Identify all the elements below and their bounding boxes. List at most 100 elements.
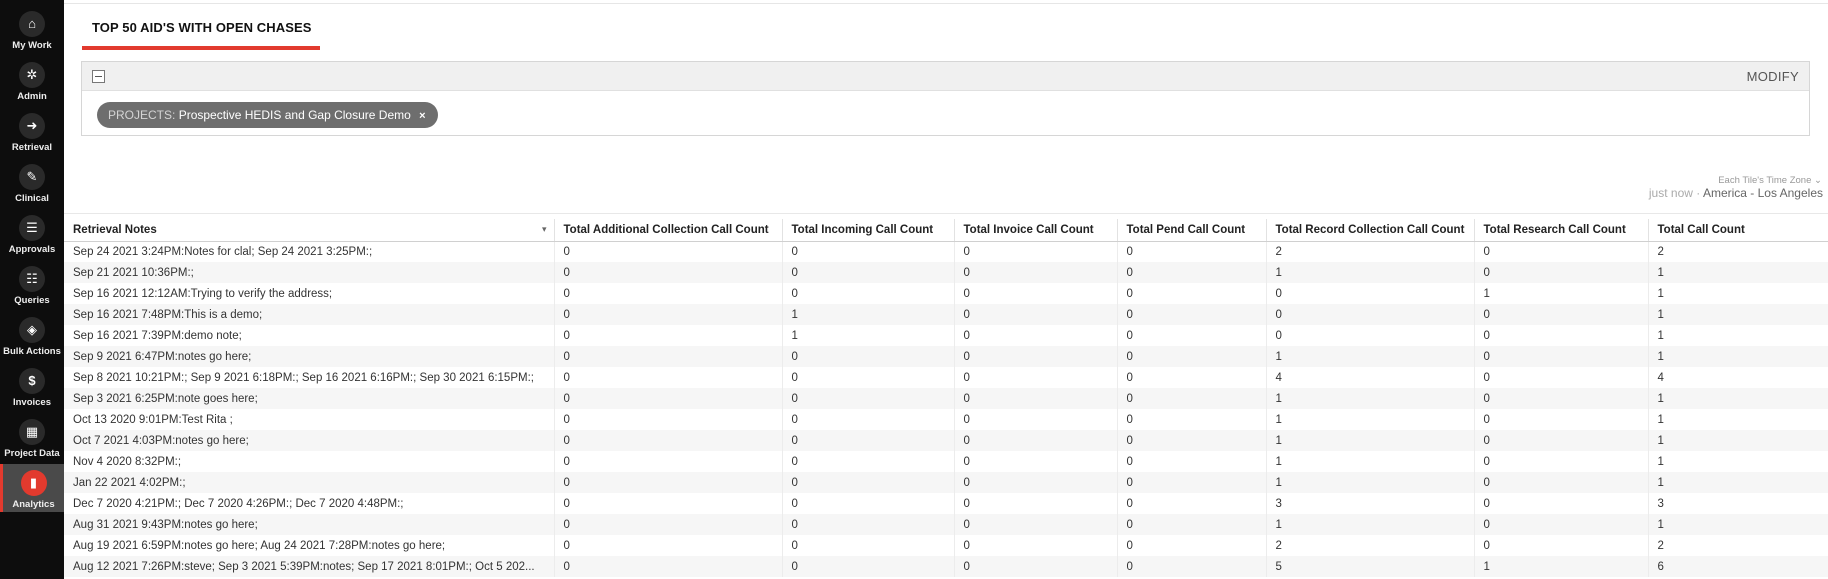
count-cell: 0 [954,556,1118,577]
column-header[interactable]: Retrieval Notes ▾ [64,219,555,242]
count-cell: 0 [554,556,783,577]
table-row[interactable]: Sep 24 2021 3:24PM:Notes for clal; Sep 2… [64,241,1828,262]
nav-admin[interactable]: ✲ Admin [0,56,64,107]
filter-chip-projects[interactable]: PROJECTS: Prospective HEDIS and Gap Clos… [97,102,438,128]
collapse-icon[interactable] [92,70,105,83]
table-row[interactable]: Aug 31 2021 9:43PM:notes go here; 0 0 0 0 1 0 1 [64,514,1828,535]
count-cell: 3 [1266,493,1475,514]
nav-project-data[interactable]: ▦ Project Data [0,413,64,464]
count-cell: 0 [954,262,1118,283]
nav-label: Clinical [15,193,49,204]
nav-label: Retrieval [11,142,53,153]
nav-invoices[interactable]: $ Invoices [0,362,64,413]
count-cell: 1 [1648,325,1828,346]
count-cell: 1 [782,325,955,346]
clipboard-icon: ✎ [19,164,45,190]
count-cell: 0 [1474,514,1649,535]
column-header-label: Total Call Count [1657,223,1745,236]
table-row[interactable]: Oct 7 2021 4:03PM:notes go here; 0 0 0 0 1 0 1 [64,430,1828,451]
count-cell: 0 [1474,325,1649,346]
retrieval-notes-cell: Oct 13 2020 9:01PM:Test Rita ; [64,409,555,430]
nav-queries[interactable]: ☷ Queries [0,260,64,311]
nav-retrieval[interactable]: ➜ Retrieval [0,107,64,158]
count-cell: 0 [554,472,783,493]
nav-label: Bulk Actions [3,346,61,357]
count-cell: 0 [554,451,783,472]
table-row[interactable]: Sep 9 2021 6:47PM:notes go here; 0 0 0 0 1 0 1 [64,346,1828,367]
table-row[interactable]: Aug 12 2021 7:26PM:steve; Sep 3 2021 5:3… [64,556,1828,577]
count-cell: 1 [1266,388,1475,409]
retrieval-notes-cell: Sep 9 2021 6:47PM:notes go here; [64,346,555,367]
count-cell: 0 [1117,346,1267,367]
table-row[interactable]: Sep 21 2021 10:36PM:; 0 0 0 0 1 0 1 [64,262,1828,283]
count-cell: 0 [782,367,955,388]
count-cell: 0 [954,346,1118,367]
nav-analytics[interactable]: ▮ Analytics [0,464,64,512]
timezone-value: America - Los Angeles [1702,186,1823,200]
table-row[interactable]: Oct 13 2020 9:01PM:Test Rita ; 0 0 0 0 1 0 1 [64,409,1828,430]
table-row[interactable]: Sep 16 2021 7:48PM:This is a demo; 0 1 0 0 0 0… [64,304,1828,325]
table-row[interactable]: Dec 7 2020 4:21PM:; Dec 7 2020 4:26PM:; … [64,493,1828,514]
count-cell: 2 [1648,535,1828,556]
nav-label: Analytics [12,499,55,510]
count-cell: 0 [1117,241,1267,262]
table-row[interactable]: Sep 16 2021 7:39PM:demo note; 0 1 0 0 0 0 1 [64,325,1828,346]
column-header[interactable]: Total Research Call Count [1474,219,1649,242]
table-row[interactable]: Sep 16 2021 12:12AM:Trying to verify the… [64,283,1828,304]
sort-chevron-icon[interactable]: ▾ [542,224,547,235]
count-cell: 1 [1266,430,1475,451]
count-cell: 0 [1474,367,1649,388]
count-cell: 0 [782,241,955,262]
divider [64,3,1828,4]
count-cell: 0 [1117,451,1267,472]
count-cell: 0 [782,493,955,514]
count-cell: 1 [1648,451,1828,472]
table-row[interactable]: Sep 3 2021 6:25PM:note goes here; 0 0 0 0 1 0 1 [64,388,1828,409]
count-cell: 0 [554,241,783,262]
column-header[interactable]: Total Pend Call Count [1117,219,1267,242]
remove-chip-icon[interactable]: × [419,110,425,122]
nav-clinical[interactable]: ✎ Clinical [0,158,64,209]
column-header[interactable]: Total Additional Collection Call Count [554,219,783,242]
column-header-label: Retrieval Notes [73,223,157,236]
count-cell: 0 [1117,514,1267,535]
count-cell: 0 [1117,535,1267,556]
divider [64,213,1828,214]
table-row[interactable]: Aug 19 2021 6:59PM:notes go here; Aug 24… [64,535,1828,556]
count-cell: 0 [782,451,955,472]
count-cell: 2 [1266,535,1475,556]
gear-icon: ✲ [19,62,45,88]
count-cell: 0 [1117,283,1267,304]
count-cell: 0 [554,283,783,304]
count-cell: 0 [1117,472,1267,493]
count-cell: 0 [954,325,1118,346]
column-header[interactable]: Total Record Collection Call Count [1266,219,1475,242]
chip-value: Prospective HEDIS and Gap Closure Demo [178,108,411,122]
count-cell: 0 [954,283,1118,304]
count-cell: 0 [954,493,1118,514]
table-row[interactable]: Nov 4 2020 8:32PM:; 0 0 0 0 1 0 1 [64,451,1828,472]
count-cell: 0 [954,535,1118,556]
count-cell: 1 [1648,472,1828,493]
column-header[interactable]: Total Call Count [1648,219,1828,242]
count-cell: 0 [1266,325,1475,346]
count-cell: 0 [954,367,1118,388]
count-cell: 0 [1266,304,1475,325]
table-row[interactable]: Jan 22 2021 4:02PM:; 0 0 0 0 1 0 1 [64,472,1828,493]
count-cell: 0 [554,325,783,346]
count-cell: 0 [954,241,1118,262]
count-cell: 0 [782,283,955,304]
title-underline [82,46,320,50]
column-header[interactable]: Total Incoming Call Count [782,219,955,242]
column-header[interactable]: Total Invoice Call Count [954,219,1118,242]
retrieval-notes-cell: Jan 22 2021 4:02PM:; [64,472,555,493]
count-cell: 0 [1117,388,1267,409]
timezone-dropdown[interactable]: Each Tile's Time Zone ⌄ [1718,175,1822,186]
nav-my-work[interactable]: ⌂ My Work [0,5,64,56]
nav-approvals[interactable]: ☰ Approvals [0,209,64,260]
nav-bulk-actions[interactable]: ◈ Bulk Actions [0,311,64,362]
count-cell: 1 [1648,262,1828,283]
dollar-icon: $ [19,368,45,394]
table-row[interactable]: Sep 8 2021 10:21PM:; Sep 9 2021 6:18PM:;… [64,367,1828,388]
modify-button[interactable]: MODIFY [1747,69,1799,84]
